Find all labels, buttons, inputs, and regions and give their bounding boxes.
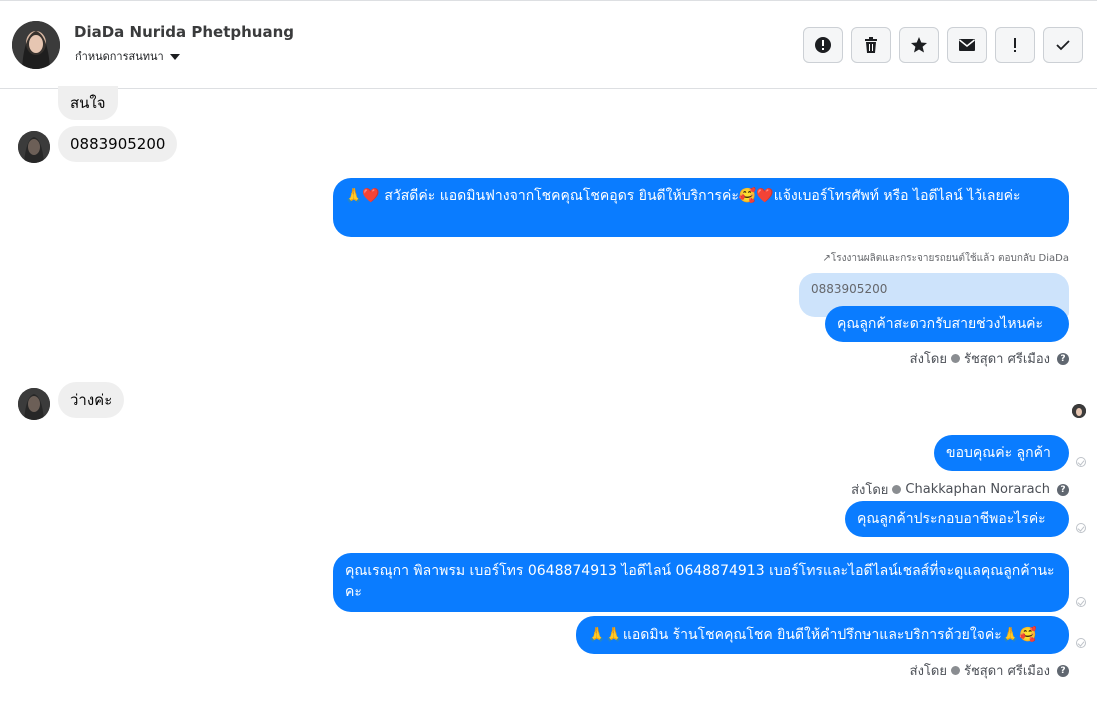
incoming-message[interactable]: ว่างค่ะ <box>58 382 125 418</box>
incoming-message[interactable]: สนใจ <box>58 86 118 120</box>
alert-circle-icon <box>815 37 831 53</box>
outgoing-message[interactable]: 🙏🙏แอดมิน ร้านโชคคุณโชค ยินดีให้คำปรึกษาแ… <box>576 616 1069 654</box>
trash-icon <box>865 37 877 53</box>
outgoing-message[interactable]: คุณเรณุกา พิลาพรม เบอร์โทร 0648874913 ไอ… <box>333 553 1069 612</box>
sender-name: Chakkaphan Norarach <box>905 482 1050 497</box>
read-receipt-avatar <box>1072 404 1086 418</box>
mark-unread-button[interactable] <box>947 27 987 63</box>
checkmark-icon <box>1056 40 1070 51</box>
priority-button[interactable] <box>995 27 1035 63</box>
sent-by-label: ส่งโดย <box>851 483 889 498</box>
conversation-settings-label: กำหนดการสนทนา <box>75 50 164 63</box>
conversation-header: DiaDa Nurida Phetphuang กำหนดการสนทนา <box>0 0 1097 89</box>
seen-check-icon <box>1076 597 1086 607</box>
contact-name[interactable]: DiaDa Nurida Phetphuang <box>74 23 294 41</box>
incoming-message[interactable]: 0883905200 <box>58 126 178 162</box>
caret-down-icon <box>169 54 180 60</box>
seen-check-icon <box>1076 457 1086 467</box>
reply-context: ↗โรงงานผลิตและกระจายรถยนต์ใช้แล้ว ตอบกลั… <box>822 253 1069 264</box>
help-icon[interactable]: ? <box>1057 664 1069 677</box>
outgoing-message[interactable]: คุณลูกค้าประกอบอาชีพอะไรค่ะ <box>845 501 1069 537</box>
admin-dot-icon <box>950 354 960 363</box>
sender-name: รัชสุดา ศรีเมือง <box>963 664 1050 679</box>
admin-dot-icon <box>892 485 902 494</box>
contact-avatar-small <box>18 388 50 420</box>
contact-avatar[interactable] <box>12 21 60 69</box>
contact-avatar-small <box>18 131 50 163</box>
help-icon[interactable]: ? <box>1057 483 1069 496</box>
sent-by-label: ส่งโดย <box>909 352 947 367</box>
outgoing-message[interactable]: 🙏❤️ สวัสดีค่ะ แอดมินฟางจากโชคคุณโชคอุดร … <box>333 178 1069 237</box>
sent-by-info: ส่งโดย รัชสุดา ศรีเมือง ? <box>910 660 1069 681</box>
seen-check-icon <box>1076 638 1086 648</box>
sender-name: รัชสุดา ศรีเมือง <box>963 352 1050 367</box>
help-icon[interactable]: ? <box>1057 352 1069 365</box>
outgoing-message[interactable]: ขอบคุณค่ะ ลูกค้า <box>934 435 1069 471</box>
outgoing-message[interactable]: คุณลูกค้าสะดวกรับสายช่วงไหนค่ะ <box>825 306 1069 342</box>
sent-by-info: ส่งโดย รัชสุดา ศรีเมือง ? <box>910 348 1069 369</box>
reply-context-text: โรงงานผลิตและกระจายรถยนต์ใช้แล้ว ตอบกลับ… <box>830 253 1069 264</box>
done-button[interactable] <box>1043 27 1083 63</box>
exclamation-icon <box>1014 38 1016 52</box>
conversation-settings-dropdown[interactable]: กำหนดการสนทนา <box>75 47 180 65</box>
star-icon <box>911 37 927 53</box>
seen-check-icon <box>1076 523 1086 533</box>
envelope-icon <box>959 39 975 51</box>
star-button[interactable] <box>899 27 939 63</box>
sent-by-info: ส่งโดย Chakkaphan Norarach ? <box>851 479 1069 500</box>
sent-by-label: ส่งโดย <box>909 664 947 679</box>
admin-dot-icon <box>950 666 960 675</box>
spam-alert-button[interactable] <box>803 27 843 63</box>
delete-button[interactable] <box>851 27 891 63</box>
